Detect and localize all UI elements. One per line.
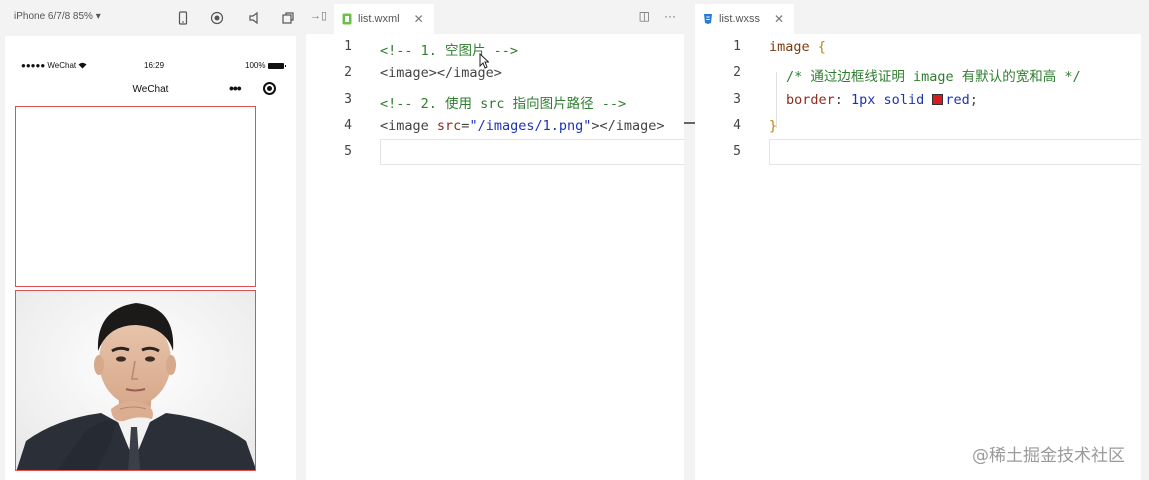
code-line: 4 }	[695, 113, 1141, 139]
simulator-toolbar: iPhone 6/7/8 85% ▾	[0, 0, 305, 36]
code-line: 3 <!-- 2. 使用 src 指向图片路径 -->	[306, 87, 684, 113]
split-editor-icon[interactable]: ◫	[639, 9, 650, 23]
simulator-scrollbar[interactable]	[296, 36, 305, 480]
wxml-editor[interactable]: list.wxml ✕ ◫ ··· →▯ 1 <!-- 1. 空图片 --> 2…	[306, 0, 696, 480]
wxml-tabbar: list.wxml ✕ ◫ ···	[306, 0, 684, 34]
volume-icon[interactable]	[245, 9, 263, 27]
code-line-current: 5	[306, 139, 696, 166]
device-select[interactable]: iPhone 6/7/8 85% ▾	[14, 11, 101, 22]
editor-actions: ◫ ···	[639, 9, 684, 23]
toggle-sidebar-icon[interactable]: →▯	[310, 9, 327, 22]
line-number: 2	[344, 65, 352, 81]
code-text: <!-- 2. 使用 src 指向图片路径 -->	[380, 95, 627, 112]
current-line-highlight	[380, 139, 696, 166]
portrait-image	[15, 290, 256, 471]
window-icon[interactable]	[279, 9, 297, 27]
tab-list-wxss[interactable]: list.wxss ✕	[695, 4, 795, 34]
code-line: 1 <!-- 1. 空图片 -->	[306, 34, 684, 60]
line-number: 3	[344, 91, 352, 107]
status-carrier: ●●●●● WeChat	[21, 61, 87, 70]
more-actions-icon[interactable]: ···	[664, 9, 676, 23]
wxml-code: 1 <!-- 1. 空图片 --> 2 <image></image> 3 <!…	[306, 34, 696, 166]
code-line: 2 <image></image>	[306, 60, 684, 86]
close-miniprogram-icon[interactable]	[263, 82, 276, 95]
code-text: image {	[769, 39, 826, 55]
editor-splitter[interactable]	[684, 0, 695, 480]
code-text: <image src="/images/1.png"></image>	[380, 117, 665, 134]
code-line: 1 image {	[695, 34, 1141, 60]
record-icon[interactable]	[208, 9, 226, 27]
code-line-current: 5	[695, 139, 1149, 166]
current-line-highlight	[769, 139, 1149, 166]
mouse-cursor-icon	[479, 53, 489, 69]
empty-image	[15, 106, 256, 287]
close-icon[interactable]: ✕	[414, 12, 424, 26]
window-edge	[1141, 0, 1149, 480]
phone-icon[interactable]	[174, 9, 192, 27]
line-number: 2	[733, 65, 741, 81]
line-number: 5	[344, 144, 352, 160]
line-number: 3	[733, 91, 741, 107]
line-number: 1	[733, 39, 741, 54]
wifi-icon	[78, 62, 87, 69]
code-line: 4 <image src="/images/1.png"></image>	[306, 113, 684, 139]
wxss-tabbar: list.wxss ✕	[695, 0, 1141, 34]
tab-list-wxml[interactable]: list.wxml ✕	[334, 4, 434, 34]
portrait-illustration	[16, 291, 255, 470]
code-text: border: 1px solid red;	[786, 91, 978, 108]
tab-label: list.wxml	[358, 13, 400, 25]
watermark: @稀土掘金技术社区	[972, 446, 1125, 466]
more-icon[interactable]: •••	[229, 80, 242, 96]
status-battery: 100%	[245, 61, 287, 70]
line-number: 4	[733, 117, 741, 133]
wxss-editor[interactable]: list.wxss ✕ 1 image { 2 /* 通过边框线证明 image…	[695, 0, 1149, 480]
line-number: 1	[344, 39, 352, 54]
status-bar: ●●●●● WeChat 16:29 100%	[5, 58, 296, 72]
tab-label: list.wxss	[719, 13, 760, 25]
status-time: 16:29	[144, 61, 165, 70]
wxml-file-icon	[342, 13, 352, 25]
line-number: 5	[733, 144, 741, 160]
nav-title: WeChat	[132, 84, 169, 95]
simulator-panel: iPhone 6/7/8 85% ▾ ●●●●● WeChat 16:29 10…	[0, 0, 305, 480]
indent-guide	[776, 72, 777, 128]
code-line: 3 border: 1px solid red;	[695, 87, 1141, 113]
code-text: /* 通过边框线证明 image 有默认的宽和高 */	[786, 69, 1081, 86]
css-file-icon	[704, 14, 712, 24]
close-icon[interactable]: ✕	[774, 12, 784, 26]
phone-screen: ●●●●● WeChat 16:29 100% WeChat •••	[5, 36, 296, 480]
wxss-code: 1 image { 2 /* 通过边框线证明 image 有默认的宽和高 */ …	[695, 34, 1149, 166]
color-swatch-icon[interactable]	[932, 93, 944, 105]
code-line: 2 /* 通过边框线证明 image 有默认的宽和高 */	[695, 60, 1141, 86]
battery-icon	[268, 62, 287, 69]
wechat-navbar: WeChat •••	[5, 80, 296, 102]
code-text: <!-- 1. 空图片 -->	[380, 43, 519, 59]
line-number: 4	[344, 117, 352, 133]
